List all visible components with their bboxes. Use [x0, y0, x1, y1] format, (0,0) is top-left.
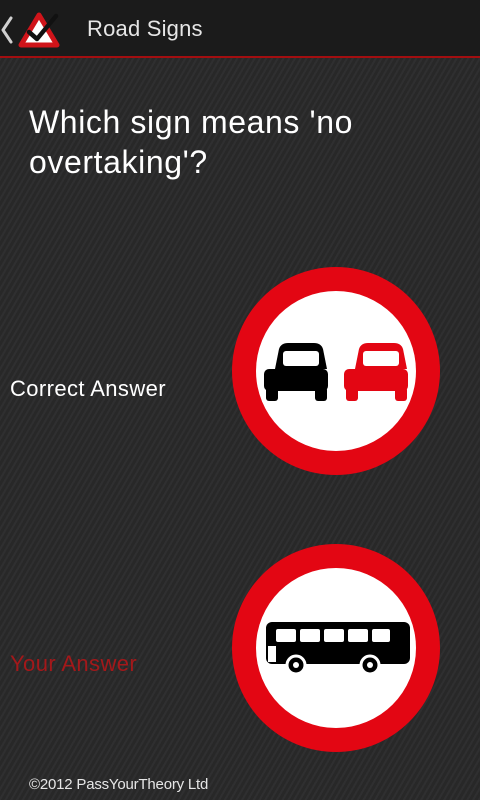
no-overtaking-sign-icon	[232, 267, 440, 475]
app-title: Road Signs	[87, 16, 203, 41]
action-bar: Road Signs	[0, 0, 480, 58]
question-text: Which sign means 'no overtaking'?	[29, 104, 354, 180]
chevron-left-icon	[1, 16, 13, 44]
no-buses-sign-icon	[232, 544, 440, 752]
warning-triangle-check-icon	[18, 12, 60, 48]
your-answer-label: Your Answer	[10, 651, 138, 676]
correct-answer-label: Correct Answer	[10, 376, 166, 401]
back-button[interactable]	[0, 10, 64, 50]
copyright-text: ©2012 PassYourTheory Ltd	[29, 776, 209, 793]
